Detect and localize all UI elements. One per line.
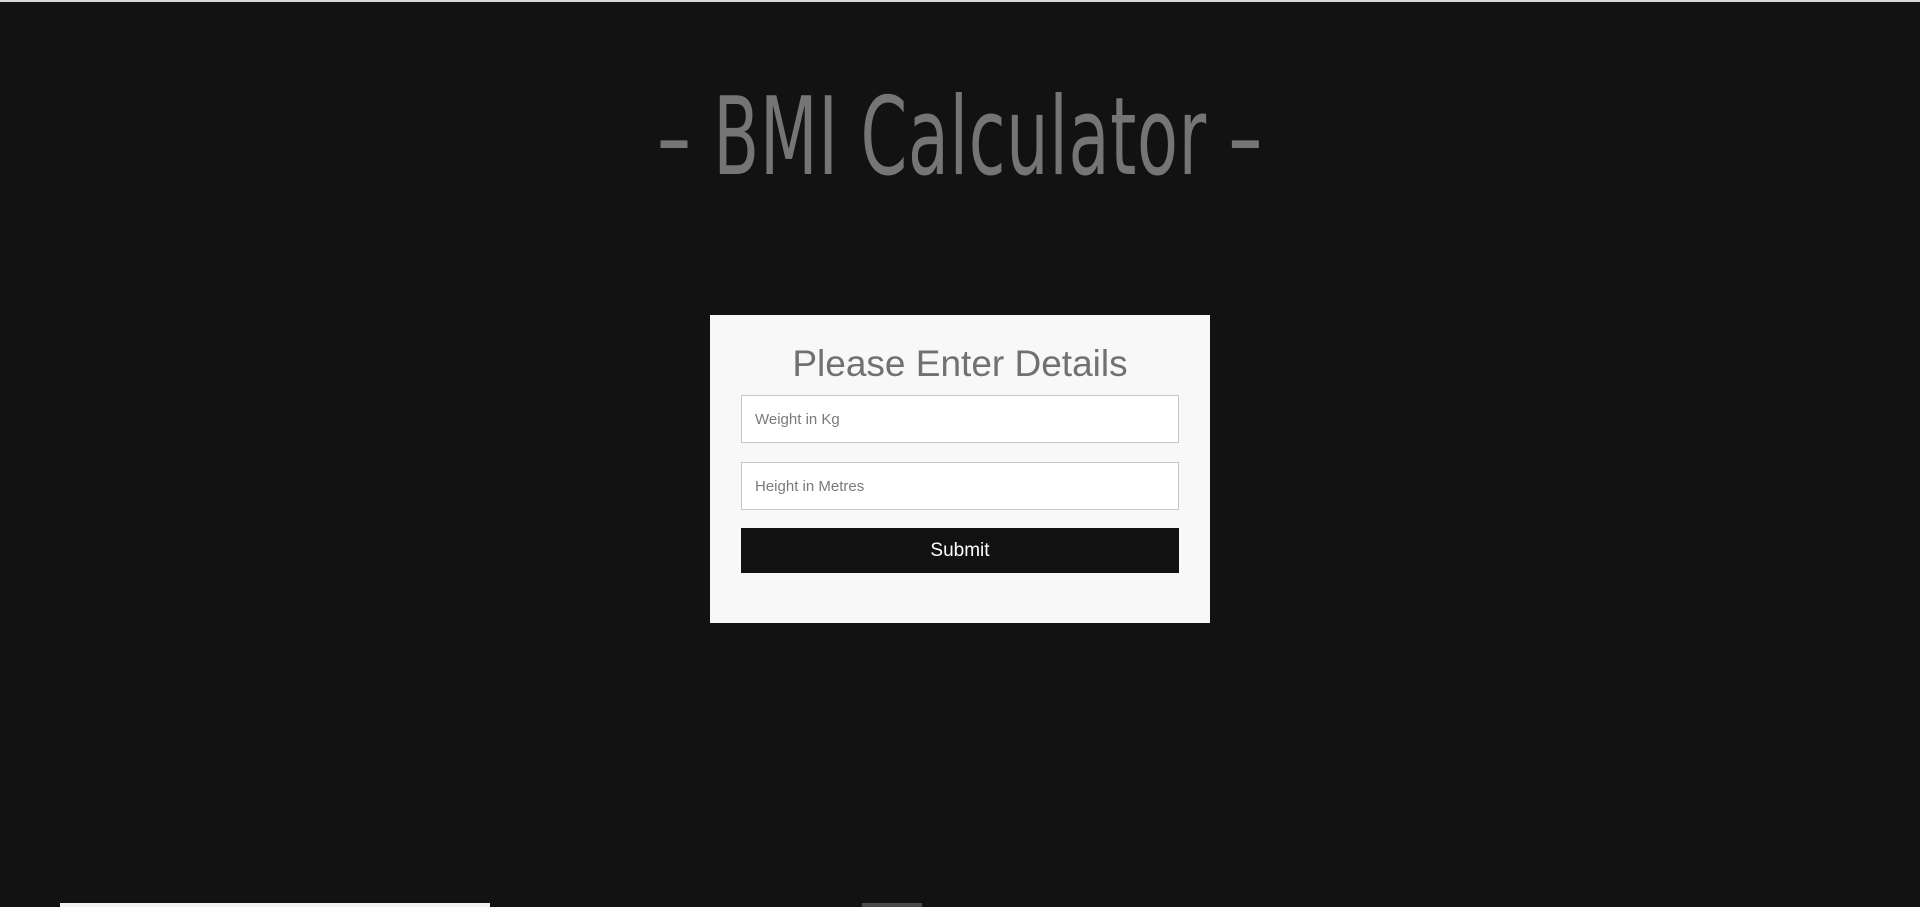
weight-input[interactable] [741, 395, 1179, 443]
submit-button[interactable]: Submit [741, 528, 1179, 573]
page-title: – BMI Calculator – [657, 74, 1263, 200]
scrollbar-thumb[interactable] [60, 903, 490, 907]
height-input[interactable] [741, 462, 1179, 510]
bmi-form-card: Please Enter Details Submit [710, 315, 1210, 623]
top-border [0, 0, 1920, 2]
form-heading: Please Enter Details [792, 343, 1128, 384]
scrollbar-marker [862, 903, 922, 907]
